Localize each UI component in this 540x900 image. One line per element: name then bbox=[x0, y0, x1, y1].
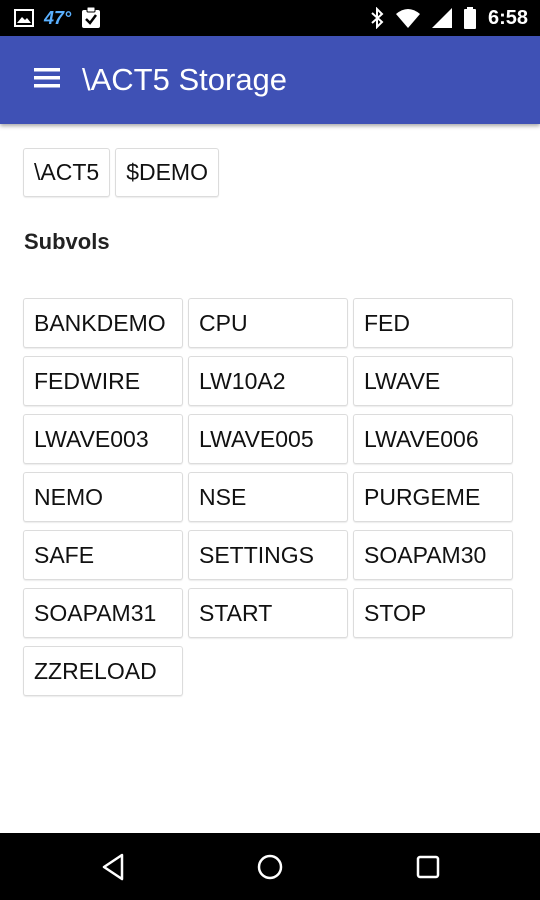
subvols-grid: BANKDEMO CPU FED FEDWIRE LW10A2 LWAVE LW… bbox=[23, 298, 513, 696]
subvol-button[interactable]: CPU bbox=[188, 298, 348, 348]
subvol-button[interactable]: LWAVE006 bbox=[353, 414, 513, 464]
subvol-button[interactable]: FED bbox=[353, 298, 513, 348]
temperature-label: 47° bbox=[44, 7, 72, 28]
back-icon[interactable] bbox=[98, 851, 130, 883]
subvol-button[interactable]: BANKDEMO bbox=[23, 298, 183, 348]
clock: 6:58 bbox=[487, 6, 528, 29]
home-icon[interactable] bbox=[254, 851, 286, 883]
wifi-icon bbox=[395, 8, 420, 28]
subvols-heading: Subvols bbox=[24, 229, 110, 254]
subvol-button[interactable]: LWAVE005 bbox=[188, 414, 348, 464]
app-bar: \ACT5 Storage bbox=[0, 36, 540, 124]
battery-icon bbox=[463, 7, 476, 29]
subvol-button[interactable]: LWAVE003 bbox=[23, 414, 183, 464]
subvol-button[interactable]: LW10A2 bbox=[188, 356, 348, 406]
subvol-button[interactable]: SETTINGS bbox=[188, 530, 348, 580]
bluetooth-icon bbox=[370, 7, 384, 29]
clipboard-check-icon bbox=[81, 7, 101, 29]
subvol-button[interactable]: START bbox=[188, 588, 348, 638]
status-bar-right: 6:58 bbox=[370, 6, 528, 30]
path-chip-system[interactable]: \ACT5 bbox=[23, 148, 111, 197]
navigation-bar bbox=[0, 833, 540, 900]
subvol-button[interactable]: NEMO bbox=[23, 472, 183, 522]
subvol-button[interactable]: PURGEME bbox=[353, 472, 513, 522]
subvol-button[interactable]: ZZRELOAD bbox=[23, 646, 183, 696]
hamburger-menu-icon[interactable] bbox=[34, 68, 62, 90]
subvol-button[interactable]: FEDWIRE bbox=[23, 356, 183, 406]
page-title: \ACT5 Storage bbox=[82, 62, 288, 97]
subvol-button[interactable]: SOAPAM31 bbox=[23, 588, 183, 638]
subvol-button[interactable]: LWAVE bbox=[353, 356, 513, 406]
status-bar: 47° 6:58 bbox=[0, 0, 540, 36]
subvol-button[interactable]: SOAPAM30 bbox=[353, 530, 513, 580]
signal-icon bbox=[431, 8, 452, 28]
path-breadcrumb: \ACT5 $DEMO bbox=[23, 148, 219, 197]
path-chip-volume[interactable]: $DEMO bbox=[115, 148, 219, 197]
image-icon bbox=[14, 8, 34, 28]
subvol-button[interactable]: STOP bbox=[353, 588, 513, 638]
subvol-button[interactable]: SAFE bbox=[23, 530, 183, 580]
status-bar-left: 47° bbox=[14, 6, 101, 30]
subvol-button[interactable]: NSE bbox=[188, 472, 348, 522]
recents-icon[interactable] bbox=[412, 851, 444, 883]
